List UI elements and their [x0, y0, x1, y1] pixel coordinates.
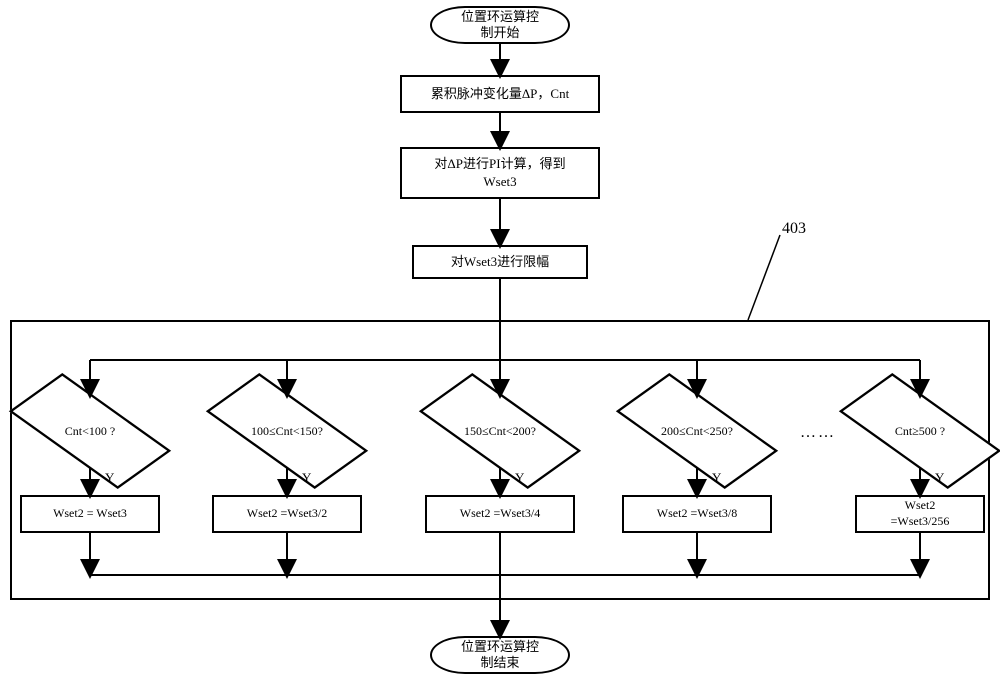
- process-pi: 对ΔP进行PI计算，得到 Wset3: [400, 147, 600, 199]
- action-5: Wset2 =Wset3/256: [855, 495, 985, 533]
- decision-4-yes: Y: [712, 470, 721, 486]
- decision-2: 100≤Cnt<150?: [207, 395, 367, 467]
- decision-2-yes: Y: [302, 470, 311, 486]
- action-1-label: Wset2 = Wset3: [53, 506, 127, 522]
- action-3-label: Wset2 =Wset3/4: [460, 506, 540, 522]
- start-label: 位置环运算控 制开始: [461, 9, 539, 40]
- decision-3: 150≤Cnt<200?: [420, 395, 580, 467]
- action-2-label: Wset2 =Wset3/2: [247, 506, 327, 522]
- ellipsis-label: ……: [800, 424, 836, 442]
- decision-5: Cnt≥500 ?: [840, 395, 1000, 467]
- end-label: 位置环运算控 制结束: [461, 639, 539, 670]
- decision-3-yes: Y: [515, 470, 524, 486]
- flowchart-canvas: 位置环运算控 制开始 累积脉冲变化量ΔP，Cnt 对ΔP进行PI计算，得到 Ws…: [0, 0, 1000, 689]
- decision-1-cond: Cnt<100 ?: [10, 395, 170, 467]
- action-5-label: Wset2 =Wset3/256: [891, 498, 950, 529]
- decision-5-yes: Y: [935, 470, 944, 486]
- action-1: Wset2 = Wset3: [20, 495, 160, 533]
- decision-1: Cnt<100 ?: [10, 395, 170, 467]
- frame-ref-label: 403: [782, 220, 806, 238]
- decision-2-cond: 100≤Cnt<150?: [207, 395, 367, 467]
- process-pi-label: 对ΔP进行PI计算，得到 Wset3: [434, 155, 565, 191]
- process-accumulate: 累积脉冲变化量ΔP，Cnt: [400, 75, 600, 113]
- action-2: Wset2 =Wset3/2: [212, 495, 362, 533]
- decision-1-yes: Y: [105, 470, 114, 486]
- process-limit-label: 对Wset3进行限幅: [451, 253, 549, 271]
- end-terminator: 位置环运算控 制结束: [430, 636, 570, 674]
- decision-3-cond: 150≤Cnt<200?: [420, 395, 580, 467]
- decision-5-cond: Cnt≥500 ?: [840, 395, 1000, 467]
- process-accumulate-label: 累积脉冲变化量ΔP，Cnt: [431, 85, 569, 103]
- decision-4: 200≤Cnt<250?: [617, 395, 777, 467]
- start-terminator: 位置环运算控 制开始: [430, 6, 570, 44]
- decision-4-cond: 200≤Cnt<250?: [617, 395, 777, 467]
- action-4-label: Wset2 =Wset3/8: [657, 506, 737, 522]
- action-3: Wset2 =Wset3/4: [425, 495, 575, 533]
- process-limit: 对Wset3进行限幅: [412, 245, 588, 279]
- action-4: Wset2 =Wset3/8: [622, 495, 772, 533]
